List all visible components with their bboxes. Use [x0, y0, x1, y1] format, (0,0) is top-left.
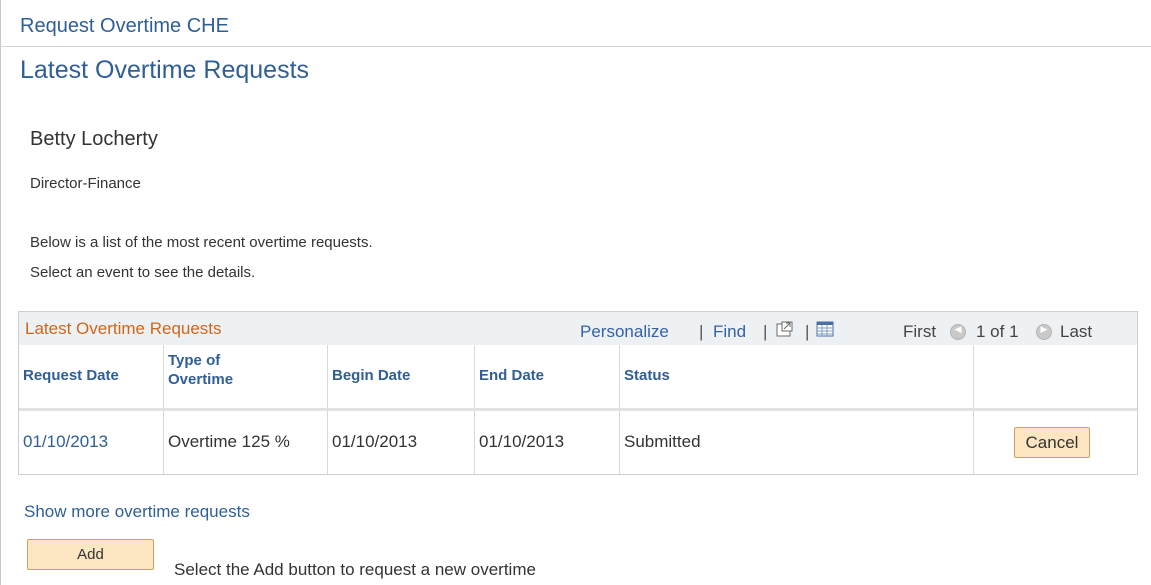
table-cell-type: Overtime 125 % — [164, 411, 328, 474]
next-arrow-icon[interactable]: ▶ — [1036, 324, 1052, 340]
app-title: Request Overtime CHE — [20, 15, 229, 37]
table-cell-status: Submitted — [620, 411, 974, 474]
overtime-type: Overtime 125 % — [168, 432, 290, 451]
last-link: Last — [1060, 322, 1093, 341]
grid-title: Latest Overtime Requests — [25, 319, 222, 338]
page-left-border — [0, 0, 1, 585]
table-row[interactable]: 01/10/2013 — [19, 411, 164, 474]
column-label: Begin Date — [332, 367, 411, 384]
overtime-requests-grid: Latest Overtime Requests Personalize | F… — [18, 311, 1138, 475]
column-header-action — [974, 345, 1137, 408]
view-all-icon[interactable] — [776, 321, 794, 343]
find-link[interactable]: Find — [713, 322, 746, 342]
column-header-type[interactable]: Type of Overtime — [164, 345, 328, 408]
employee-job-title: Director-Finance — [30, 175, 141, 192]
employee-name: Betty Locherty — [30, 128, 158, 150]
previous-arrow-icon[interactable]: ◀ — [950, 324, 966, 340]
column-header-request-date[interactable]: Request Date — [19, 345, 164, 408]
column-label: Type of — [168, 352, 221, 369]
separator: | — [699, 322, 704, 341]
column-label: Status — [624, 367, 670, 384]
table-cell-end-date: 01/10/2013 — [475, 411, 620, 474]
status-text: Submitted — [624, 432, 701, 451]
column-label: Overtime — [168, 371, 234, 388]
grid-header-bar: Latest Overtime Requests Personalize | F… — [19, 312, 1137, 346]
page-info: 1 of 1 — [976, 322, 1019, 341]
separator: | — [805, 322, 810, 341]
request-date-link[interactable]: 01/10/2013 — [23, 432, 108, 452]
column-header-begin-date[interactable]: Begin Date — [328, 345, 475, 408]
personalize-link[interactable]: Personalize — [580, 322, 669, 342]
instruction-line-2: Select an event to see the details. — [30, 264, 256, 281]
cancel-button[interactable]: Cancel — [1014, 427, 1090, 458]
end-date: 01/10/2013 — [479, 432, 565, 451]
column-header-end-date[interactable]: End Date — [475, 345, 620, 408]
add-button[interactable]: Add — [27, 539, 154, 570]
show-more-link[interactable]: Show more overtime requests — [24, 502, 250, 522]
first-link: First — [903, 322, 937, 341]
add-hint-text: Select the Add button to request a new o… — [174, 560, 536, 579]
title-divider — [0, 46, 1151, 47]
column-label: Request Date — [23, 367, 119, 384]
page-title: Latest Overtime Requests — [20, 56, 310, 84]
begin-date: 01/10/2013 — [332, 432, 418, 451]
table-cell-begin-date: 01/10/2013 — [328, 411, 475, 474]
column-header-status[interactable]: Status — [620, 345, 974, 408]
column-label: End Date — [479, 367, 545, 384]
separator: | — [763, 322, 768, 341]
download-spreadsheet-icon[interactable] — [816, 321, 834, 342]
instruction-line-1: Below is a list of the most recent overt… — [30, 234, 373, 251]
